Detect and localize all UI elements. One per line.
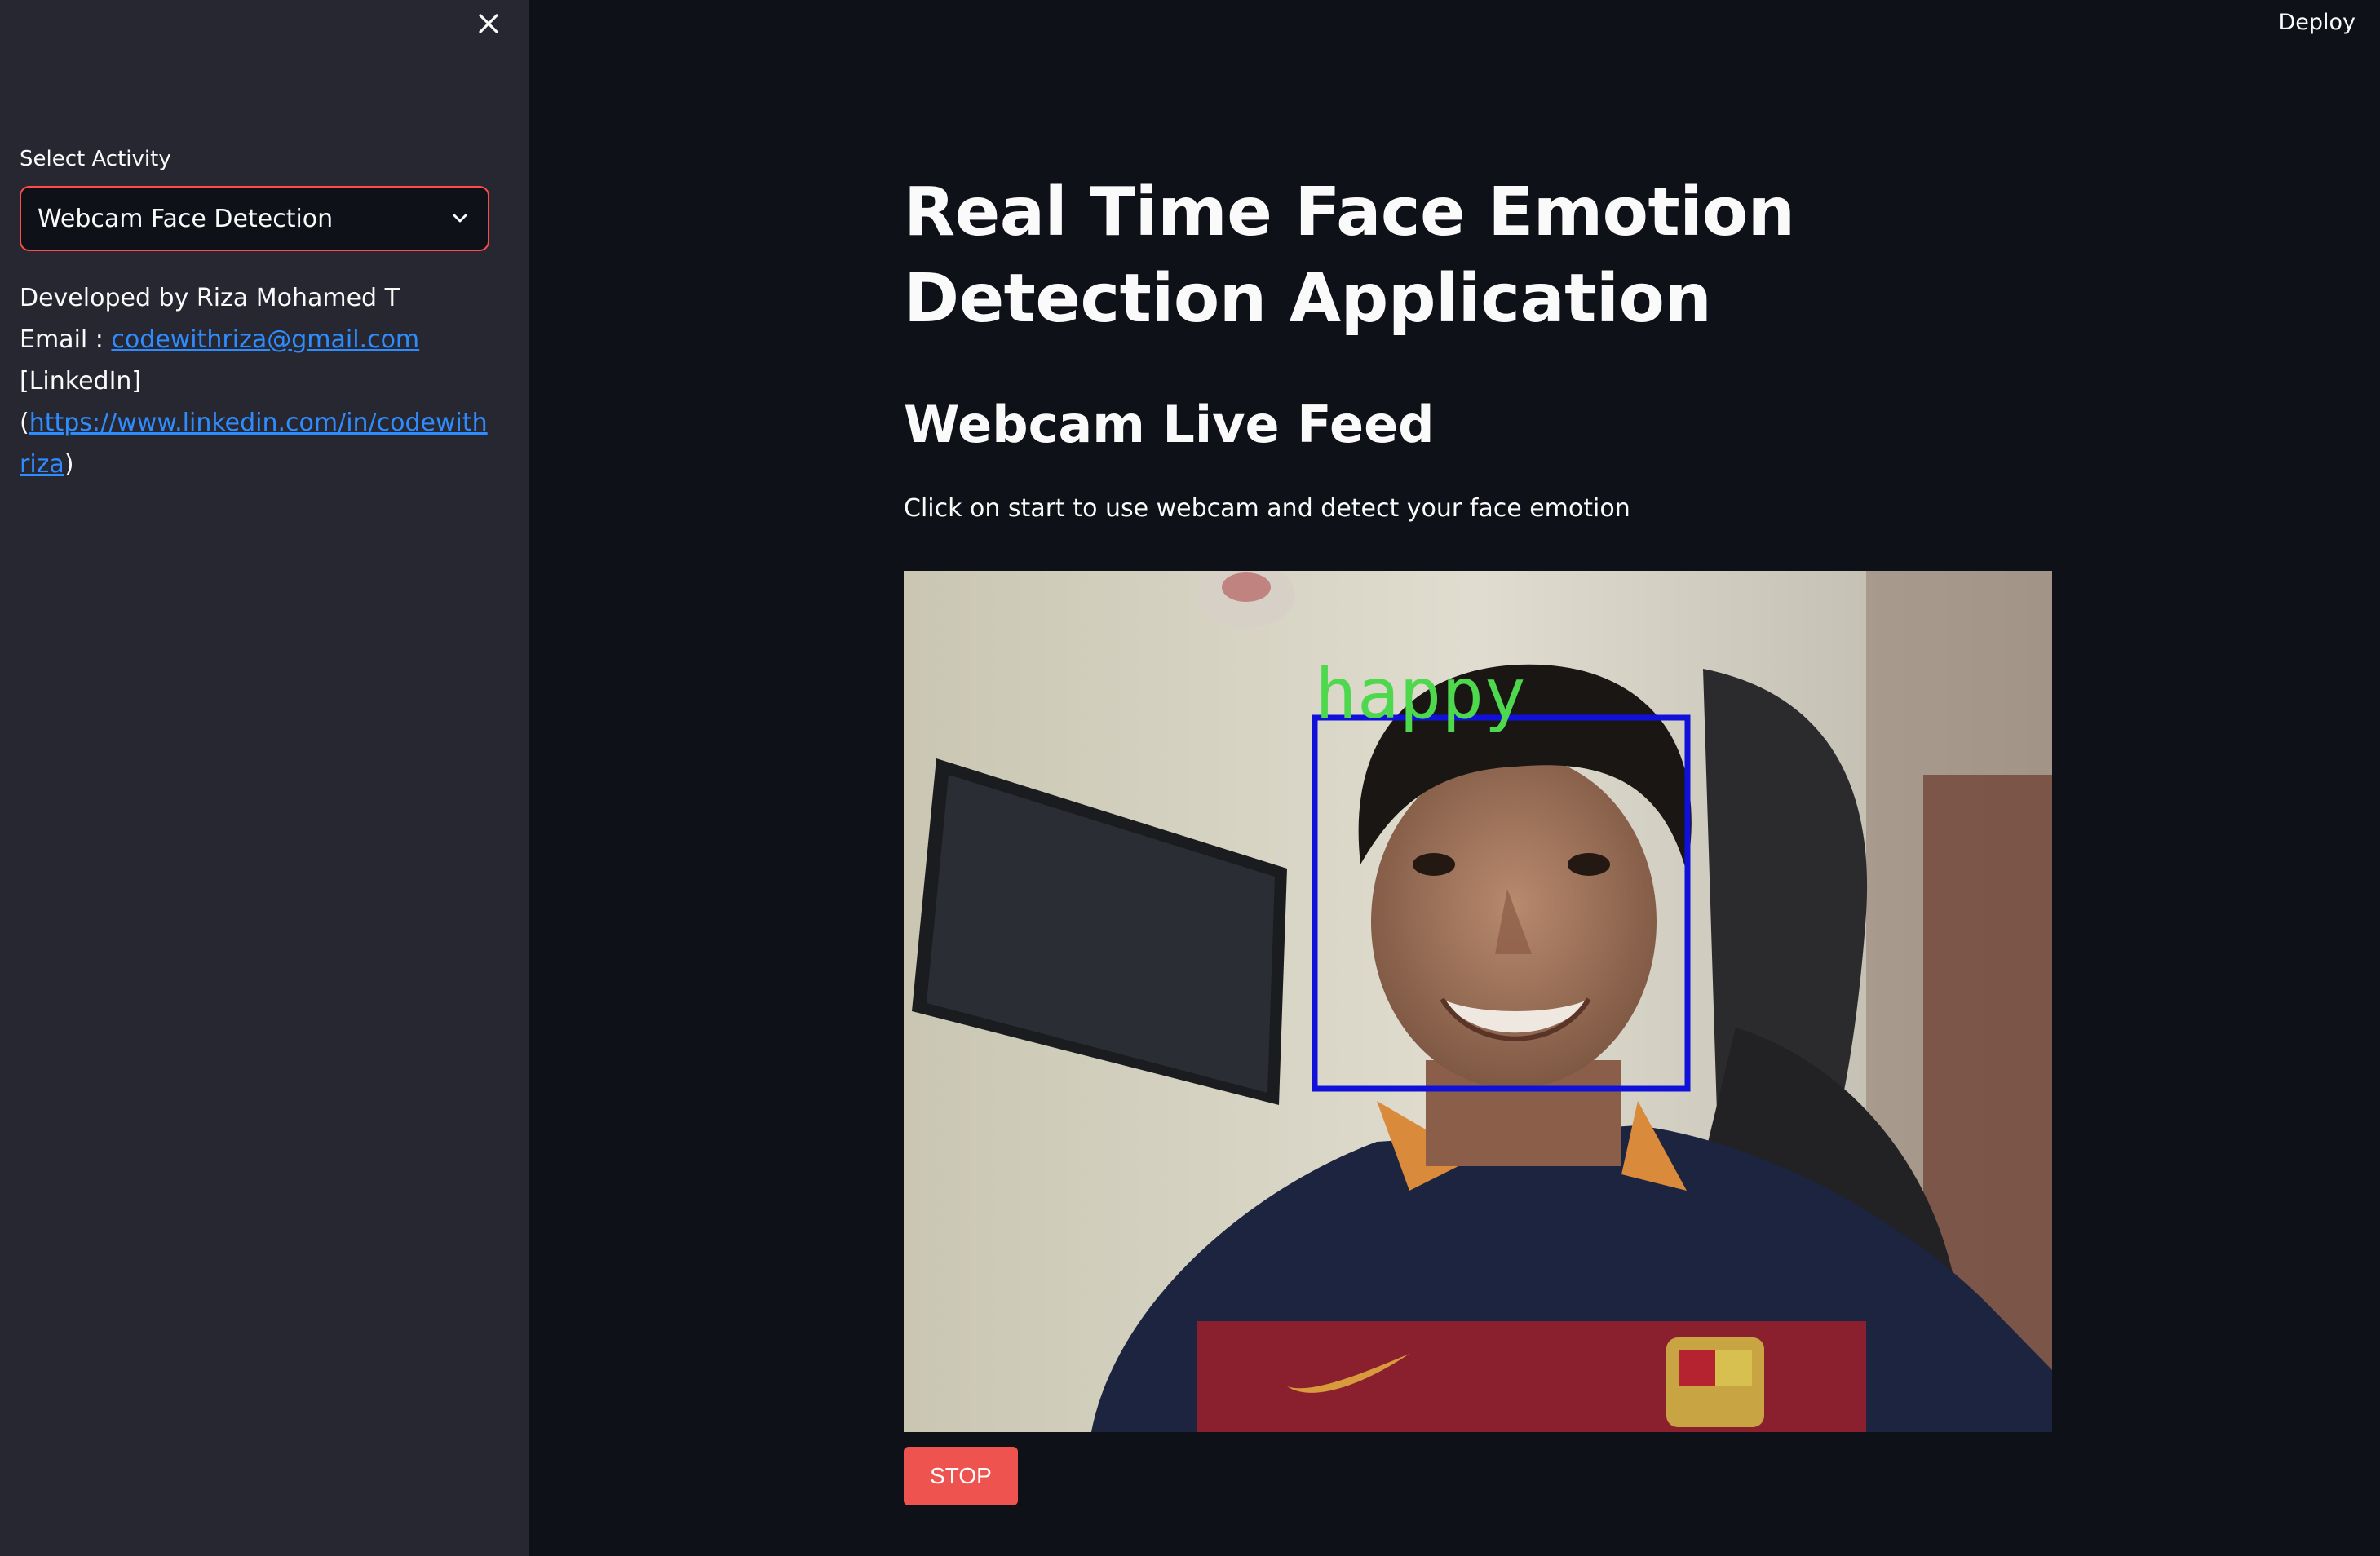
activity-select[interactable]: Webcam Face Detection <box>20 186 489 251</box>
app-root: Select Activity Webcam Face Detection De… <box>0 0 2380 1556</box>
email-prefix: Email : <box>20 325 112 354</box>
linkedin-link[interactable]: https://www.linkedin.com/in/codewithriza <box>20 409 488 479</box>
select-activity-label: Select Activity <box>20 147 171 171</box>
section-subtitle: Webcam Live Feed <box>904 395 1435 454</box>
email-line: Email : codewithriza@gmail.com <box>20 319 489 360</box>
developer-info: Developed by Riza Mohamed T Email : code… <box>20 277 489 485</box>
instructions-text: Click on start to use webcam and detect … <box>904 494 1630 523</box>
webcam-frame-image: happy <box>904 571 2052 1432</box>
emotion-label: happy <box>1315 653 1526 735</box>
deploy-button[interactable]: Deploy <box>2273 7 2360 38</box>
stop-button[interactable]: STOP <box>904 1447 1018 1505</box>
sidebar: Select Activity Webcam Face Detection De… <box>0 0 529 1556</box>
page-title: Real Time Face Emotion Detection Applica… <box>904 174 1795 338</box>
linkedin-close-paren: ) <box>64 450 74 479</box>
linkedin-line: (https://www.linkedin.com/in/codewithriz… <box>20 402 489 485</box>
webcam-video-feed: happy <box>904 571 2052 1432</box>
close-icon <box>479 14 498 33</box>
email-link[interactable]: codewithriza@gmail.com <box>111 325 419 354</box>
chevron-down-icon <box>449 207 471 230</box>
linkedin-open-paren: ( <box>20 409 29 437</box>
developer-line: Developed by Riza Mohamed T <box>20 284 400 312</box>
activity-select-value: Webcam Face Detection <box>38 204 334 233</box>
linkedin-label: [LinkedIn] <box>20 367 142 396</box>
close-sidebar-button[interactable] <box>471 7 506 41</box>
